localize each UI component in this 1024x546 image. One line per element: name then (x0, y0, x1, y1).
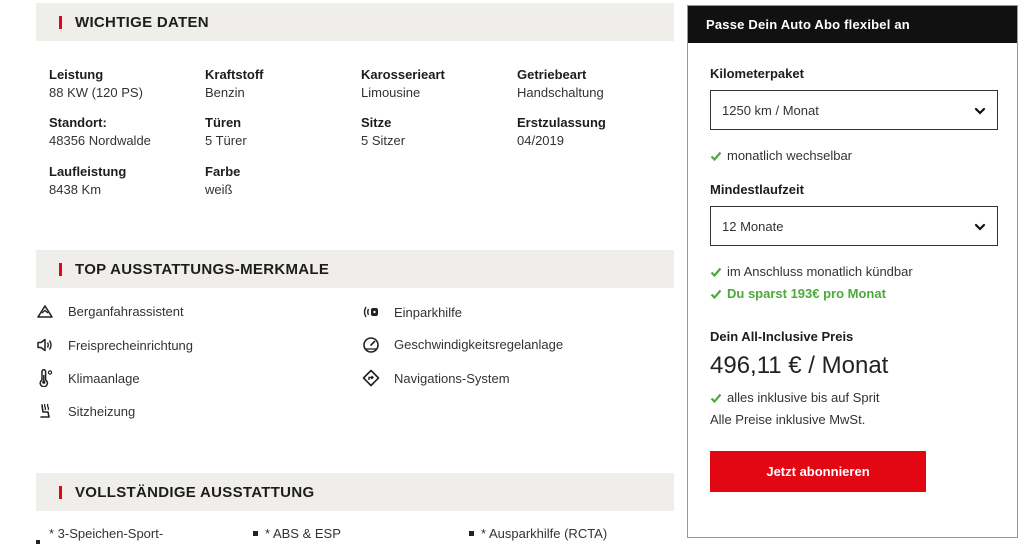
equipment-item: * 3-Speichen-Sport- (49, 526, 163, 541)
feature-label: Navigations-System (394, 370, 510, 386)
section-header-top-features: TOP AUSSTATTUNGS-MERKMALE (36, 250, 674, 288)
data-item-location: Standort: 48356 Nordwalde (49, 114, 151, 150)
data-item-power: Leistung 88 KW (120 PS) (49, 66, 143, 102)
inclusive-note: alles inklusive bis auf Sprit (710, 390, 879, 405)
data-value: 48356 Nordwalde (49, 133, 151, 148)
check-icon (710, 289, 722, 299)
data-label: Getriebeart (517, 67, 587, 82)
chevron-down-icon (974, 107, 986, 115)
equipment-item: * ABS & ESP (253, 526, 341, 541)
equipment-item: * Ausparkhilfe (RCTA) (469, 526, 607, 541)
navigation-icon (362, 369, 380, 387)
data-value: weiß (205, 182, 233, 197)
section-header-full-equipment: VOLLSTÄNDIGE AUSSTATTUNG (36, 473, 674, 511)
section-title: VOLLSTÄNDIGE AUSSTATTUNG (75, 483, 315, 501)
data-label: Laufleistung (49, 164, 127, 179)
feature-seat-heating: Sitzheizung (36, 402, 135, 420)
panel-header: Passe Dein Auto Abo flexibel an (688, 6, 1017, 43)
feature-label: Geschwindigkeitsregelanlage (394, 336, 564, 352)
feature-cruise-control: Geschwindigkeitsregelanlage (362, 335, 563, 353)
km-note-text: monatlich wechselbar (727, 148, 853, 163)
feature-label: Sitzheizung (68, 403, 136, 419)
data-label: Kraftstoff (205, 67, 264, 82)
data-label: Karosserieart (361, 67, 445, 82)
feature-hill-assist: Berganfahrassistent (36, 302, 184, 320)
term-note: im Anschluss monatlich kündbar (710, 264, 913, 279)
tax-note: Alle Preise inklusive MwSt. (710, 412, 866, 427)
data-item-mileage: Laufleistung 8438 Km (49, 163, 126, 199)
feature-label: Klimaanlage (68, 370, 140, 386)
data-item-transmission: Getriebeart Handschaltung (517, 66, 604, 102)
price-label: Dein All-Inclusive Preis (710, 329, 854, 344)
data-label: Sitze (361, 115, 392, 130)
km-package-label: Kilometerpaket (710, 66, 804, 81)
feature-label: Berganfahrassistent (68, 303, 184, 319)
savings-note: Du sparst 193€ pro Monat (710, 286, 886, 301)
feature-handsfree: Freisprecheinrichtung (36, 336, 193, 354)
term-note-text: im Anschluss monatlich kündbar (727, 264, 913, 279)
term-select[interactable]: 12 Monate (710, 206, 998, 246)
parking-sensor-icon (362, 303, 380, 321)
accent-bar (59, 15, 62, 29)
section-title: WICHTIGE DATEN (75, 13, 209, 31)
data-value: 04/2019 (517, 133, 564, 148)
mountain-icon (36, 302, 54, 320)
check-icon (710, 267, 722, 277)
data-item-seats: Sitze 5 Sitzer (361, 114, 405, 150)
km-note: monatlich wechselbar (710, 148, 852, 163)
data-value: Limousine (361, 85, 421, 100)
feature-air-conditioning: Klimaanlage (36, 369, 140, 387)
equipment-label: * Ausparkhilfe (RCTA) (481, 526, 608, 541)
term-value: 12 Monate (722, 218, 784, 234)
km-package-select[interactable]: 1250 km / Monat (710, 90, 998, 130)
feature-label: Freisprecheinrichtung (68, 337, 194, 353)
data-label: Leistung (49, 67, 104, 82)
subscription-panel: Passe Dein Auto Abo flexibel an Kilomete… (687, 5, 1018, 538)
equipment-label: * 3-Speichen-Sport- (49, 526, 164, 541)
data-value: 88 KW (120 PS) (49, 85, 143, 100)
section-header-important: WICHTIGE DATEN (36, 3, 674, 41)
data-value: 8438 Km (49, 182, 102, 197)
km-package-value: 1250 km / Monat (722, 102, 819, 118)
inclusive-note-text: alles inklusive bis auf Sprit (727, 390, 880, 405)
check-icon (710, 151, 722, 161)
data-label: Farbe (205, 164, 241, 179)
data-value: Benzin (205, 85, 245, 100)
price-value: 496,11 € / Monat (710, 352, 889, 379)
savings-text: Du sparst 193€ pro Monat (727, 286, 886, 301)
data-item-registration: Erstzulassung 04/2019 (517, 114, 606, 150)
accent-bar (59, 485, 62, 499)
data-label: Türen (205, 115, 242, 130)
data-value: 5 Türer (205, 133, 247, 148)
term-label: Mindestlaufzeit (710, 182, 804, 197)
subscribe-button[interactable]: Jetzt abonnieren (710, 451, 926, 492)
feature-navigation: Navigations-System (362, 369, 510, 387)
data-label: Standort: (49, 115, 107, 130)
data-item-color: Farbe weiß (205, 163, 240, 199)
check-icon (710, 393, 722, 403)
feature-parking-aid: Einparkhilfe (362, 303, 462, 321)
data-label: Erstzulassung (517, 115, 606, 130)
data-item-doors: Türen 5 Türer (205, 114, 247, 150)
list-bullet (36, 540, 40, 544)
chevron-down-icon (974, 223, 986, 231)
thermometer-icon (36, 369, 54, 387)
feature-label: Einparkhilfe (394, 304, 462, 320)
data-item-fuel: Kraftstoff Benzin (205, 66, 264, 102)
speedometer-icon (362, 335, 380, 353)
equipment-label: * ABS & ESP (265, 526, 341, 541)
list-bullet (253, 531, 258, 536)
seat-heating-icon (36, 402, 54, 420)
data-value: 5 Sitzer (361, 133, 406, 148)
speaker-icon (36, 336, 54, 354)
data-item-body-type: Karosserieart Limousine (361, 66, 445, 102)
data-value: Handschaltung (517, 85, 604, 100)
list-bullet (469, 531, 474, 536)
section-title: TOP AUSSTATTUNGS-MERKMALE (75, 260, 330, 278)
accent-bar (59, 262, 62, 276)
